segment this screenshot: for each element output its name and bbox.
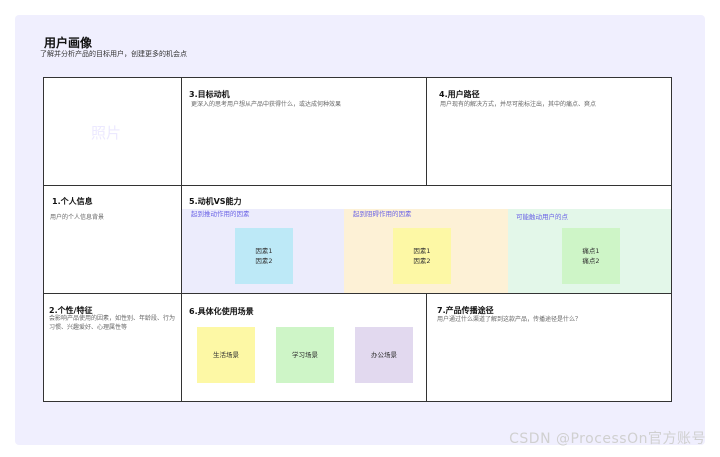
scene-note-label: 办公场景 [371, 351, 397, 359]
personal-info-title: 1.个人信息 [52, 197, 93, 206]
watermark-text: CSDN @ProcessOn官方账号 [509, 431, 706, 447]
channels-cell-desc: 用户通过什么渠道了解到这款产品，传播途径是什么？ [437, 316, 582, 323]
scene-note[interactable]: 学习场景 [276, 327, 334, 383]
zone-label: 起到推动作用的因素 [191, 210, 250, 218]
scene-note-label: 学习场景 [292, 351, 318, 359]
grid-line [426, 78, 427, 186]
scene-note[interactable]: 办公场景 [355, 327, 413, 383]
path-cell-title: 4.用户路径 [439, 90, 480, 99]
sticky-note[interactable]: 因素1 因素2 [235, 228, 293, 284]
goal-cell-title: 3.目标动机 [189, 90, 230, 99]
motivation-cell-title: 5.动机VS能力 [189, 197, 242, 206]
scene-note[interactable]: 生活场景 [197, 327, 255, 383]
page-subtitle: 了解并分析产品的目标用户，创建更多的机会点 [40, 50, 187, 58]
traits-cell-desc: 会影响产品使用的因素，如性别、年龄段、行为习惯、兴趣爱好、心理属性等 [49, 315, 176, 331]
note-line: 因素1 [413, 247, 431, 255]
note-line: 因素1 [255, 247, 273, 255]
note-line: 痛点1 [582, 247, 600, 255]
zone-label: 起到阻碍作用的因素 [353, 210, 412, 218]
grid-line [426, 293, 427, 401]
zone-label: 可能触动用户的点 [516, 213, 568, 221]
personal-info-desc: 用户的个人信息背景 [50, 214, 105, 221]
note-line: 因素2 [255, 257, 273, 265]
note-line: 痛点2 [582, 257, 600, 265]
photo-placeholder: 照片 [91, 124, 122, 142]
grid-line [44, 185, 671, 186]
path-cell-desc: 用户现有的解决方式，并尽可能标注出，其中的痛点、爽点 [440, 101, 597, 108]
grid-line [44, 293, 671, 294]
sticky-note[interactable]: 因素1 因素2 [393, 228, 451, 284]
goal-cell-desc: 更深入的思考用户想从产品中获得什么，或达成何种效果 [191, 101, 342, 108]
scene-note-label: 生活场景 [213, 351, 239, 359]
note-line: 因素2 [413, 257, 431, 265]
scenes-cell-title: 6.具体化使用场景 [189, 307, 254, 316]
sticky-note[interactable]: 痛点1 痛点2 [562, 228, 620, 284]
persona-grid: 照片 3.目标动机 更深入的思考用户想从产品中获得什么，或达成何种效果 4.用户… [43, 77, 672, 402]
